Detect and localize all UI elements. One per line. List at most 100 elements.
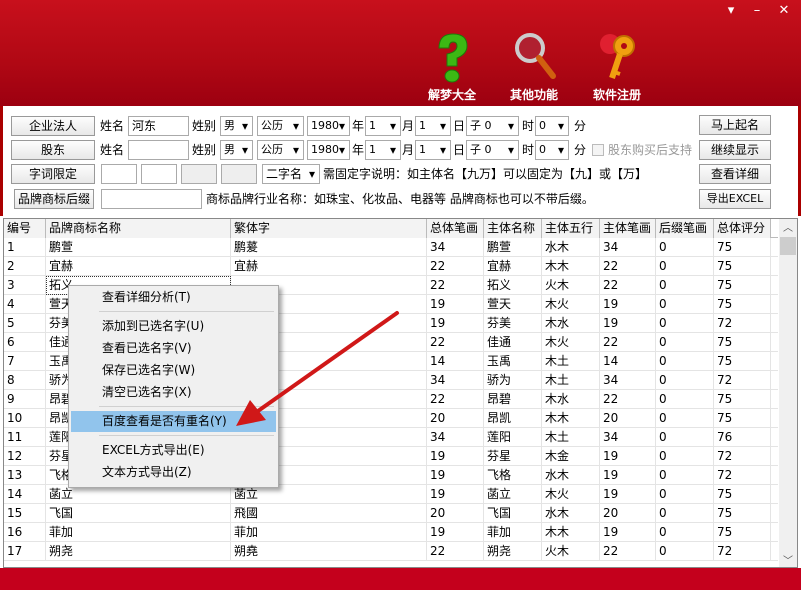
cell-main-elements: 木火 bbox=[542, 485, 600, 504]
vertical-scrollbar[interactable]: ︿ ﹀ bbox=[779, 219, 797, 567]
cell-traditional: 菲加 bbox=[231, 523, 427, 542]
cell-total-score: 75 bbox=[714, 390, 771, 409]
register-label: 软件注册 bbox=[592, 88, 641, 102]
cell-main-strokes: 19 bbox=[600, 485, 656, 504]
fixed-char-input-3[interactable] bbox=[181, 164, 217, 184]
other-functions-button[interactable]: 其他功能 bbox=[499, 28, 569, 103]
gender-label-2: 姓别 bbox=[192, 143, 217, 157]
column-header-main-strokes[interactable]: 主体笔画 bbox=[600, 219, 656, 238]
gender-label: 姓别 bbox=[192, 119, 217, 133]
column-header-total-score[interactable]: 总体评分 bbox=[714, 219, 771, 238]
fixed-char-input-1[interactable] bbox=[101, 164, 137, 184]
column-header-traditional[interactable]: 繁体字 bbox=[231, 219, 427, 238]
generate-name-button[interactable]: 马上起名 bbox=[699, 115, 771, 135]
cell-total-score: 72 bbox=[714, 447, 771, 466]
shareholder-button[interactable]: 股东 bbox=[11, 140, 95, 160]
column-header-id[interactable]: 编号 bbox=[4, 219, 46, 238]
day-select-2[interactable]: 1 bbox=[415, 140, 451, 160]
cell-main-elements: 木木 bbox=[542, 257, 600, 276]
brand-suffix-button[interactable]: 品牌商标后缀 bbox=[14, 189, 94, 209]
fixed-char-note: 需固定字说明：如主体名【九万】可以固定为【九】或【万】 bbox=[323, 167, 648, 181]
register-button[interactable]: 软件注册 bbox=[582, 28, 652, 103]
cell-main-strokes: 34 bbox=[600, 238, 656, 257]
menu-item-view-detail-analysis[interactable]: 查看详细分析(T) bbox=[71, 287, 276, 308]
cell-id: 1 bbox=[4, 238, 46, 257]
column-header-total-strokes[interactable]: 总体笔画 bbox=[427, 219, 484, 238]
column-header-main-elements[interactable]: 主体五行 bbox=[542, 219, 600, 238]
cell-total-strokes: 22 bbox=[427, 333, 484, 352]
calendar-select-2[interactable]: 公历 bbox=[257, 140, 304, 160]
cell-main-strokes: 19 bbox=[600, 447, 656, 466]
cell-total-strokes: 34 bbox=[427, 371, 484, 390]
continue-button[interactable]: 继续显示 bbox=[699, 140, 771, 160]
column-header-suffix-strokes[interactable]: 后缀笔画 bbox=[656, 219, 714, 238]
cell-total-score: 75 bbox=[714, 523, 771, 542]
scroll-up-arrow-icon[interactable]: ︿ bbox=[779, 219, 797, 237]
cell-total-strokes: 34 bbox=[427, 238, 484, 257]
legal-person-button[interactable]: 企业法人 bbox=[11, 116, 95, 136]
fixed-char-input-2[interactable] bbox=[141, 164, 177, 184]
cell-total-score: 72 bbox=[714, 371, 771, 390]
minute-select-2[interactable]: 0 bbox=[535, 140, 569, 160]
cell-main-elements: 火木 bbox=[542, 542, 600, 561]
cell-main-name: 莲阳 bbox=[484, 428, 542, 447]
column-header-main-name[interactable]: 主体名称 bbox=[484, 219, 542, 238]
cell-main-elements: 火木 bbox=[542, 276, 600, 295]
table-row[interactable]: 15 飞国 飛國 20 飞国 水木 20 0 75 bbox=[4, 504, 778, 523]
dream-button[interactable]: 解梦大全 bbox=[417, 28, 487, 103]
cell-suffix-strokes: 0 bbox=[656, 447, 714, 466]
gender-select-2[interactable]: 男 bbox=[220, 140, 253, 160]
menu-item-export-excel[interactable]: EXCEL方式导出(E) bbox=[71, 440, 276, 461]
menu-item-view-selected[interactable]: 查看已选名字(V) bbox=[71, 338, 276, 359]
hour-select-2[interactable]: 子 0 bbox=[466, 140, 519, 160]
year-select[interactable]: 1980 bbox=[307, 116, 350, 136]
other-functions-label: 其他功能 bbox=[509, 88, 558, 102]
gender-select[interactable]: 男 bbox=[220, 116, 253, 136]
cell-main-name: 飞国 bbox=[484, 504, 542, 523]
cell-brand-name: 宜赫 bbox=[46, 257, 231, 276]
calendar-select[interactable]: 公历 bbox=[257, 116, 304, 136]
minute-select[interactable]: 0 bbox=[535, 116, 569, 136]
table-row[interactable]: 1 鹏萱 鹏萲 34 鹏萱 水木 34 0 75 bbox=[4, 238, 778, 257]
month-select-2[interactable]: 1 bbox=[365, 140, 401, 160]
day-select[interactable]: 1 bbox=[415, 116, 451, 136]
industry-note: 商标品牌行业名称：如珠宝、化妆品、电器等 品牌商标也可以不带后缀。 bbox=[206, 192, 594, 206]
cell-traditional: 鹏萲 bbox=[231, 238, 427, 257]
menu-item-add-to-selected[interactable]: 添加到已选名字(U) bbox=[71, 316, 276, 337]
cell-total-strokes: 19 bbox=[427, 466, 484, 485]
cell-total-score: 75 bbox=[714, 257, 771, 276]
cell-id: 8 bbox=[4, 371, 46, 390]
cell-id: 4 bbox=[4, 295, 46, 314]
cell-main-strokes: 22 bbox=[600, 542, 656, 561]
table-row[interactable]: 16 菲加 菲加 19 菲加 木木 19 0 75 bbox=[4, 523, 778, 542]
scroll-down-arrow-icon[interactable]: ﹀ bbox=[779, 552, 797, 567]
cell-main-elements: 水木 bbox=[542, 466, 600, 485]
legal-name-input[interactable]: 河东 bbox=[128, 116, 189, 136]
cell-id: 15 bbox=[4, 504, 46, 523]
menu-item-save-selected[interactable]: 保存已选名字(W) bbox=[71, 360, 276, 381]
shareholder-name-input[interactable] bbox=[128, 140, 189, 160]
year-select-2[interactable]: 1980 bbox=[307, 140, 350, 160]
menu-item-export-text[interactable]: 文本方式导出(Z) bbox=[71, 462, 276, 483]
hour-select[interactable]: 子 0 bbox=[466, 116, 519, 136]
menu-item-baidu-check-duplicate[interactable]: 百度查看是否有重名(Y) bbox=[71, 411, 276, 432]
close-button[interactable]: ✕ bbox=[772, 2, 796, 20]
word-limit-button[interactable]: 字词限定 bbox=[11, 164, 95, 184]
column-header-brand-name[interactable]: 品牌商标名称 bbox=[46, 219, 231, 238]
view-detail-button[interactable]: 查看详细 bbox=[699, 164, 771, 184]
month-select[interactable]: 1 bbox=[365, 116, 401, 136]
minimize-button[interactable]: – bbox=[745, 2, 769, 20]
table-row[interactable]: 17 朔尧 朔堯 22 朔尧 火木 22 0 72 bbox=[4, 542, 778, 561]
menu-item-clear-selected[interactable]: 清空已选名字(X) bbox=[71, 382, 276, 403]
support-checkbox[interactable] bbox=[592, 144, 604, 156]
name-type-select[interactable]: 二字名 bbox=[262, 164, 320, 184]
brand-suffix-input[interactable] bbox=[101, 189, 202, 209]
cell-main-strokes: 20 bbox=[600, 504, 656, 523]
table-row[interactable]: 2 宜赫 宜赫 22 宜赫 木木 22 0 75 bbox=[4, 257, 778, 276]
scrollbar-thumb[interactable] bbox=[780, 237, 796, 255]
menu-dropdown-button[interactable]: ▾ bbox=[719, 2, 743, 20]
cell-traditional: 朔堯 bbox=[231, 542, 427, 561]
fixed-char-input-4[interactable] bbox=[221, 164, 257, 184]
cell-suffix-strokes: 0 bbox=[656, 333, 714, 352]
export-excel-button[interactable]: 导出EXCEL bbox=[699, 189, 771, 209]
